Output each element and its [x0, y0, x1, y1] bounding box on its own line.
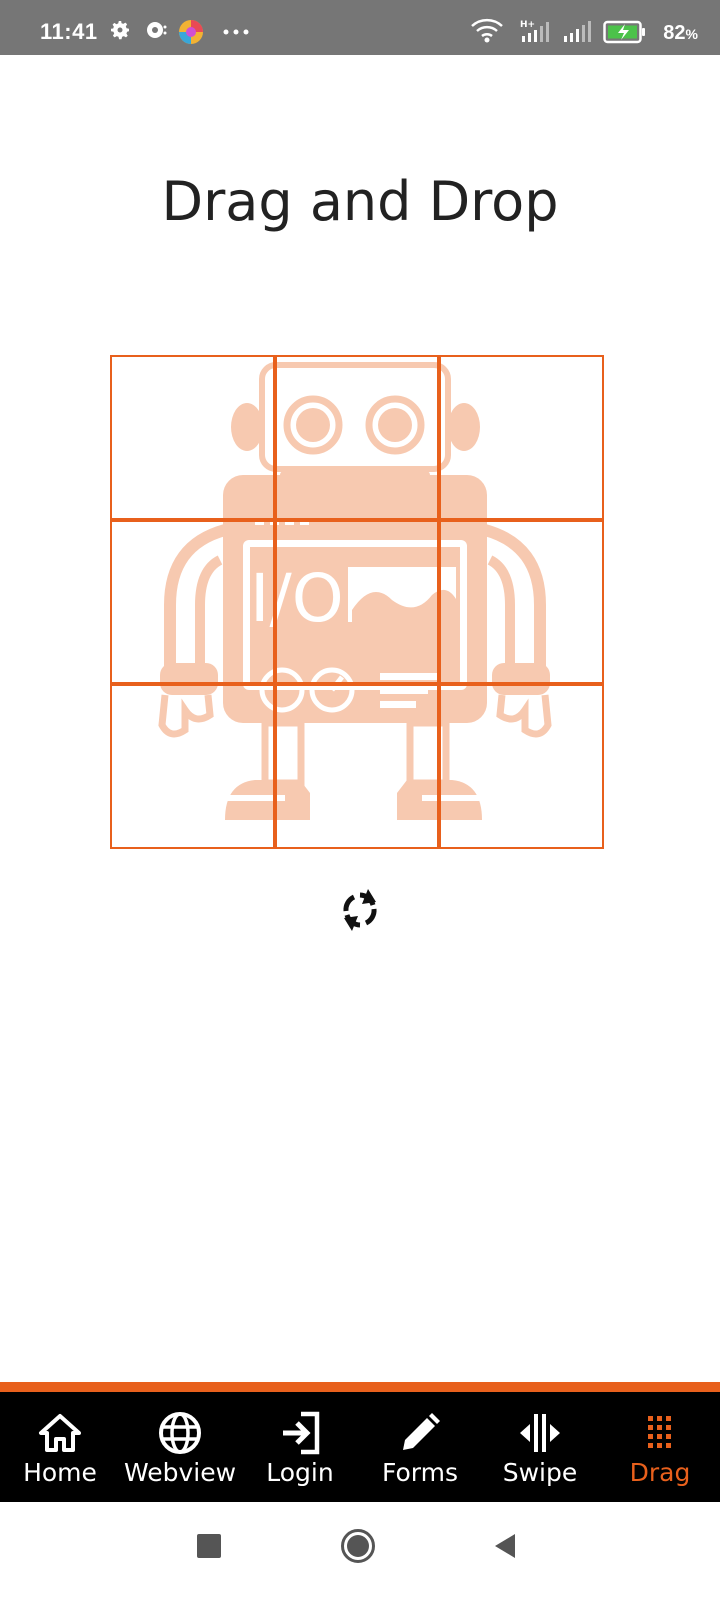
puzzle-piece-4[interactable] [110, 519, 275, 685]
login-icon [283, 1411, 320, 1455]
gear-icon [111, 21, 129, 40]
refresh-icon[interactable] [339, 887, 381, 933]
tab-label: Drag [629, 1458, 691, 1487]
tab-webview[interactable]: Webview [120, 1402, 240, 1502]
tab-label: Login [266, 1458, 334, 1487]
puzzle-piece-3[interactable] [439, 355, 604, 520]
puzzle-piece-9[interactable] [439, 684, 604, 849]
tab-label: Swipe [502, 1458, 578, 1487]
drag-puzzle: I/O [110, 355, 604, 849]
battery-percent: 82% [663, 22, 698, 44]
system-nav-bar [0, 1502, 720, 1600]
signal-h-plus-icon: H+ [520, 20, 549, 42]
tab-label: Webview [123, 1458, 237, 1487]
browser-icon [179, 20, 203, 44]
recents-icon[interactable] [197, 1534, 221, 1558]
svg-text:H+: H+ [520, 20, 535, 30]
back-icon[interactable] [493, 1532, 517, 1560]
tab-home[interactable]: Home [0, 1402, 120, 1502]
puzzle-piece-8[interactable] [274, 684, 440, 849]
tab-label: Home [23, 1458, 97, 1487]
tab-login[interactable]: Login [240, 1402, 360, 1502]
drag-grid-icon [648, 1416, 671, 1448]
tab-swipe[interactable]: Swipe [480, 1402, 600, 1502]
status-time: 11:41 [40, 19, 98, 44]
status-bar: 11:41 H+ 82% [0, 0, 720, 55]
home-icon [39, 1414, 81, 1452]
tab-label: Forms [381, 1458, 458, 1487]
globe-icon [159, 1412, 201, 1454]
sync-icon [147, 22, 167, 38]
tab-forms[interactable]: Forms [360, 1402, 480, 1502]
tab-drag[interactable]: Drag [600, 1402, 720, 1502]
pencil-icon [403, 1413, 440, 1450]
puzzle-piece-6[interactable] [439, 519, 604, 685]
more-icon [223, 29, 249, 35]
wifi-icon [471, 18, 503, 43]
signal-icon [564, 21, 591, 42]
bottom-tab-bar: Home Webview Login Forms Swipe Drag [0, 1382, 720, 1502]
page-title: Drag and Drop [161, 170, 559, 233]
puzzle-piece-2[interactable] [274, 355, 440, 520]
puzzle-piece-5[interactable] [274, 519, 440, 685]
home-button-icon[interactable] [340, 1528, 376, 1564]
puzzle-piece-7[interactable] [110, 684, 275, 849]
puzzle-piece-1[interactable] [110, 355, 275, 520]
swipe-icon [520, 1414, 560, 1452]
battery-charging-icon [603, 20, 645, 44]
